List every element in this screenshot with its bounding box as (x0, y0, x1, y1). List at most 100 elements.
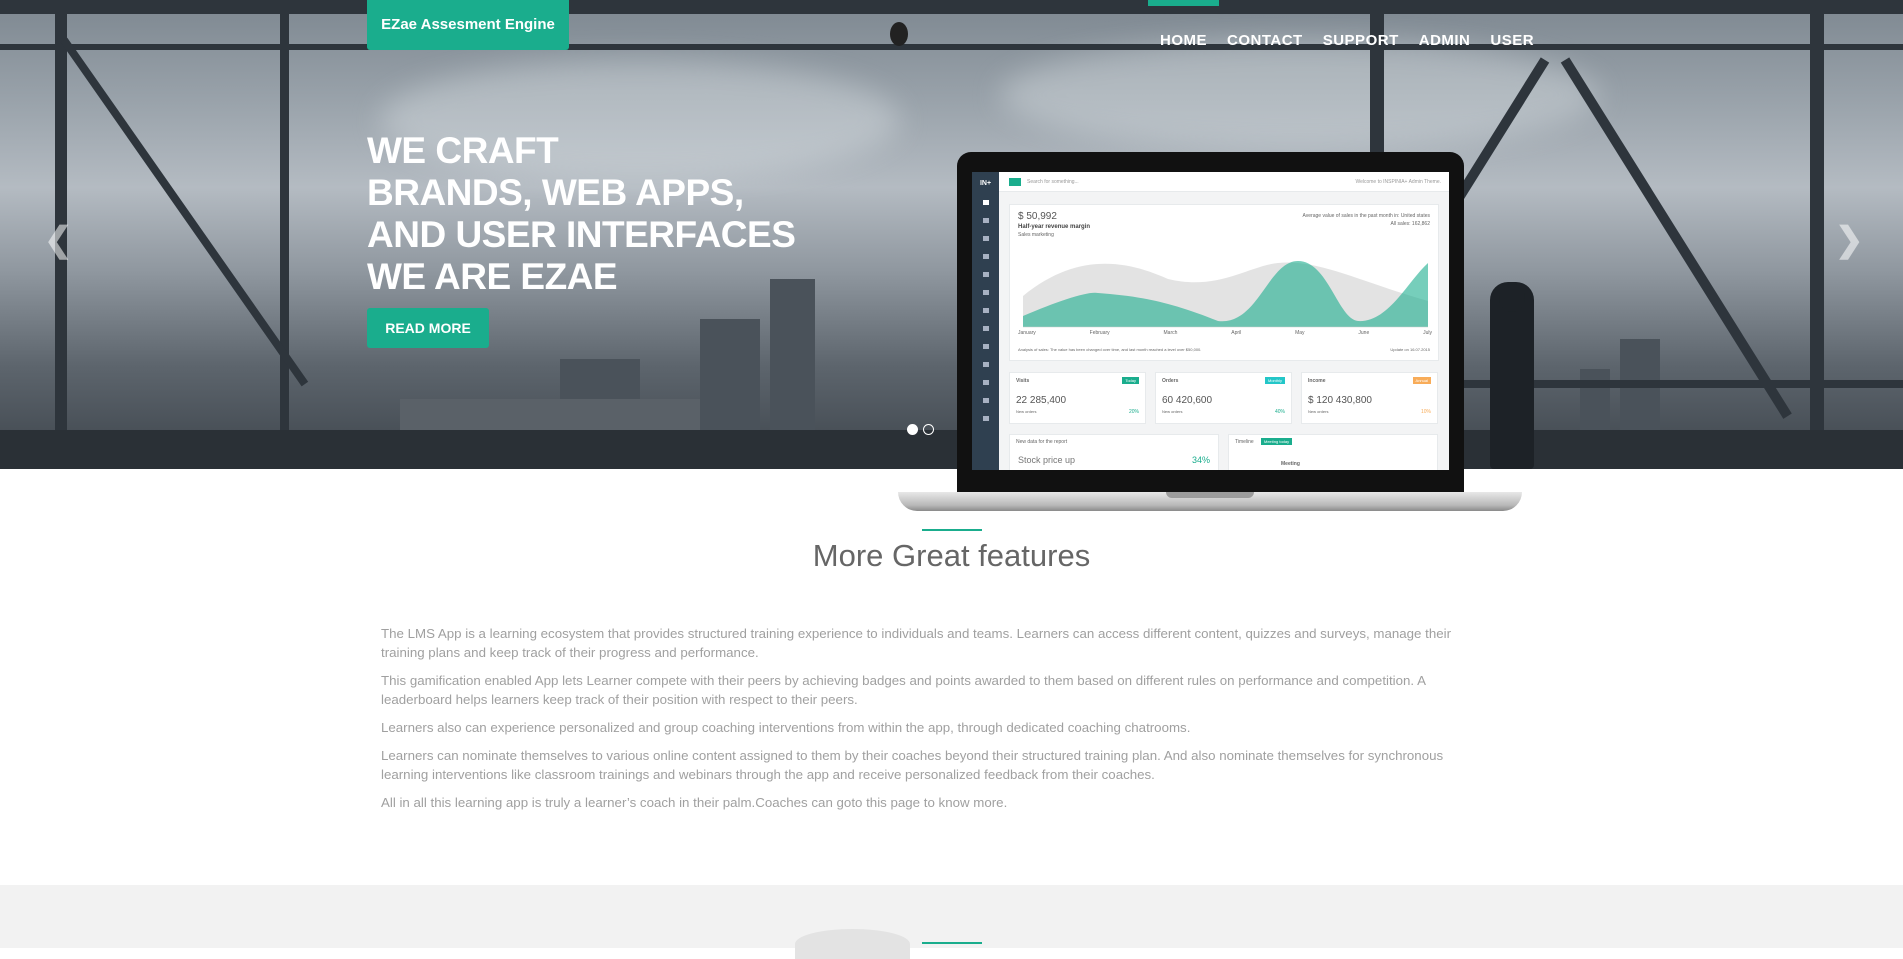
beam-decoration (60, 37, 309, 387)
files-icon (982, 308, 989, 313)
timeline-panel: Timeline Meeting today Meeting (1228, 434, 1438, 470)
headline-line: AND USER INTERFACES (367, 214, 796, 255)
hero-headline: WE CRAFT BRANDS, WEB APPS, AND USER INTE… (367, 130, 796, 298)
laptop-notch (1166, 492, 1254, 498)
feature-paragraph: The LMS App is a learning ecosystem that… (381, 626, 1451, 660)
month-label: April (1231, 330, 1242, 336)
update-note: Update on 16.07.2015 (1390, 347, 1430, 352)
nav-user[interactable]: USER (1480, 30, 1544, 51)
card-badge: Annual (1412, 377, 1431, 384)
chart-x-axis: January February March April May June Ju… (1018, 330, 1432, 336)
card-title: Orders (1162, 378, 1179, 384)
section-divider (922, 529, 982, 531)
month-label: January (1018, 330, 1036, 336)
next-section (0, 885, 1903, 959)
visits-card: Visits Today 22 285,400 New orders 20% (1009, 372, 1146, 424)
card-title: Visits (1016, 378, 1030, 384)
flask-icon (982, 326, 989, 331)
month-label: May (1295, 330, 1305, 336)
month-label: February (1089, 330, 1110, 336)
income-card: Income Annual $ 120 430,800 New orders 1… (1301, 372, 1438, 424)
feature-paragraph: Learners can nominate themselves to vari… (381, 748, 1444, 782)
stock-label: Stock price up (1018, 455, 1076, 465)
nav-support[interactable]: SUPPORT (1313, 30, 1409, 51)
dashboard-welcome: Welcome to INSPINIA+ Admin Theme. (1355, 179, 1441, 185)
camera-decoration (890, 22, 908, 46)
feature-paragraph: All in all this learning app is truly a … (381, 795, 1008, 810)
headline-line: BRANDS, WEB APPS, (367, 172, 744, 213)
dashboard-screenshot: IN+ Search for something... Welcome to I… (972, 172, 1449, 470)
chevron-right-icon[interactable]: ❯ (1835, 220, 1864, 260)
cloud-decoration (795, 929, 910, 959)
main-nav: HOME CONTACT SUPPORT ADMIN USER (1148, 0, 1544, 51)
headline-line: WE CRAFT (367, 130, 559, 171)
brand-logo[interactable]: EZae Assesment Engine (367, 0, 569, 50)
hero-carousel: EZae Assesment Engine HOME CONTACT SUPPO… (0, 0, 1903, 469)
month-label: March (1163, 330, 1178, 336)
revenue-area-chart (1023, 261, 1428, 328)
section-divider (922, 942, 982, 944)
card-pct: 40% (1274, 409, 1285, 415)
card-title: Income (1308, 378, 1326, 384)
chart-subtitle: Sales marketing (1018, 232, 1054, 238)
month-label: July (1423, 330, 1432, 336)
laptop-icon (982, 344, 989, 349)
month-label: June (1358, 330, 1370, 336)
carousel-dot-1[interactable] (907, 424, 918, 435)
nav-contact[interactable]: CONTACT (1217, 30, 1313, 51)
beam-decoration (1810, 0, 1824, 469)
section-title: More Great features (812, 538, 1091, 573)
meeting-label: Meeting (1281, 461, 1300, 467)
beam-decoration (280, 0, 289, 469)
chart-icon (982, 218, 989, 223)
laptop-mockup: IN+ Search for something... Welcome to I… (957, 152, 1464, 492)
card-value: $ 120 430,800 (1308, 395, 1372, 406)
carousel-indicators (907, 424, 934, 435)
grid-icon (982, 200, 989, 205)
dashboard-search: Search for something... (1027, 179, 1079, 185)
card-value: 22 285,400 (1016, 395, 1067, 406)
sitemap-icon (982, 398, 989, 403)
nav-admin[interactable]: ADMIN (1409, 30, 1481, 51)
card-sub: New orders (1308, 409, 1329, 414)
picture-icon (982, 380, 989, 385)
report-panel: New data for the report Stock price up 3… (1009, 434, 1219, 470)
dashboard-topbar: Search for something... Welcome to INSPI… (999, 172, 1449, 192)
analysis-note: Analysis of sales: The value has been ch… (1018, 347, 1202, 352)
menu-icon (1009, 178, 1021, 186)
card-pct: 10% (1420, 409, 1431, 415)
revenue-panel: $ 50,992 Half-year revenue margin Sales … (1009, 204, 1439, 361)
dashboard-sidebar: IN+ (972, 172, 999, 470)
report-title: New data for the report (1016, 439, 1068, 445)
magic-icon (982, 416, 989, 421)
card-pct: 20% (1128, 409, 1139, 415)
avg-note: Average value of sales in the past month… (1302, 213, 1430, 219)
headline-line: WE ARE EZAE (367, 256, 618, 297)
revenue-value: $ 50,992 (1018, 211, 1057, 222)
desktop-icon (982, 290, 989, 295)
card-sub: New orders (1016, 409, 1037, 414)
nav-home[interactable]: HOME (1148, 0, 1219, 51)
user-icon (982, 254, 989, 259)
timeline-title: Timeline (1235, 439, 1254, 445)
stock-pct: 34% (1191, 455, 1210, 465)
timeline-badge: Meeting today (1261, 438, 1293, 445)
table-icon (982, 362, 989, 367)
edit-icon (982, 272, 989, 277)
dashboard-logo: IN+ (979, 180, 992, 187)
floor-decoration (0, 430, 1903, 469)
card-sub: New orders (1162, 409, 1183, 414)
chevron-left-icon[interactable]: ❮ (44, 220, 73, 260)
card-badge: Today (1122, 377, 1139, 384)
card-value: 60 420,600 (1162, 395, 1213, 406)
beam-decoration (1560, 57, 1792, 419)
carousel-dot-2[interactable] (923, 424, 934, 435)
all-sales: All sales: 162,862 (1390, 221, 1430, 227)
chart-title: Half-year revenue margin (1018, 224, 1091, 230)
feature-paragraph: This gamification enabled App lets Learn… (381, 673, 1426, 707)
feature-paragraph: Learners also can experience personalize… (381, 720, 1191, 735)
orders-card: Orders Monthly 60 420,600 New orders 40% (1155, 372, 1292, 424)
features-description: The LMS App is a learning ecosystem that… (381, 624, 1491, 821)
mail-icon (982, 236, 989, 241)
read-more-button[interactable]: READ MORE (367, 308, 489, 348)
